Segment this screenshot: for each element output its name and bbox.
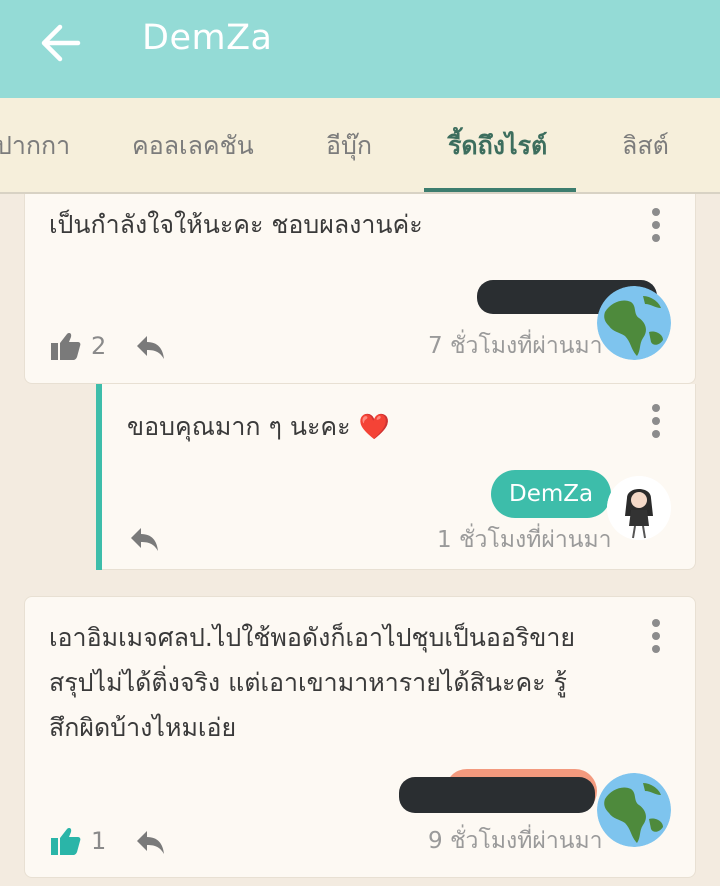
thumbs-up-icon [51, 333, 81, 360]
thumbs-up-icon [51, 828, 81, 855]
redacted-username [399, 777, 595, 813]
reply-icon [131, 528, 158, 551]
like-button[interactable] [51, 332, 81, 364]
more-options-icon[interactable] [649, 404, 663, 444]
tab-collection[interactable]: คอลเลคชัน [132, 126, 254, 166]
avatar[interactable] [597, 286, 671, 360]
comment-card: เป็นกำลังใจให้นะคะ ชอบผลงานค่ะ 2 7 ชั่วโ… [24, 194, 696, 384]
like-count: 1 [91, 827, 107, 855]
timestamp: 1 ชั่วโมงที่ผ่านมา [437, 527, 612, 553]
back-button[interactable] [38, 22, 86, 64]
reply-icon [137, 831, 164, 854]
reply-button[interactable] [135, 829, 165, 859]
character-avatar-icon [607, 476, 671, 540]
avatar[interactable] [597, 773, 671, 847]
reply-button[interactable] [129, 526, 159, 556]
arrow-left-icon [41, 24, 81, 62]
app-header: DemZa [0, 0, 720, 98]
tab-ebook[interactable]: อีบุ๊ก [326, 126, 372, 166]
reply-text: ขอบคุณมาก ๆ นะคะ ❤️ [127, 412, 390, 441]
author-name-badge[interactable]: DemZa [491, 470, 612, 518]
timestamp: 9 ชั่วโมงที่ผ่านมา [428, 828, 603, 854]
comment-text: เอาอิมเมจศลป.ไปใช้พอดังก็เอาไปชุบเป็นออร… [49, 623, 576, 742]
like-button[interactable] [51, 827, 81, 859]
tab-bar: ปากกา คอลเลคชัน อีบุ๊ก รี้ดถึงไรต์ ลิสต์ [0, 98, 720, 194]
more-options-icon[interactable] [649, 208, 663, 248]
reply-icon [137, 336, 164, 359]
reply-thread-indicator [96, 384, 102, 570]
active-tab-indicator [424, 188, 576, 192]
timestamp: 7 ชั่วโมงที่ผ่านมา [428, 333, 603, 359]
reply-card: ขอบคุณมาก ๆ นะคะ ❤️ DemZa 1 ชั่วโมงที่ผ่… [96, 384, 696, 570]
like-count: 2 [91, 332, 107, 360]
tab-pen[interactable]: ปากกา [0, 126, 70, 166]
more-options-icon[interactable] [649, 619, 663, 659]
reply-button[interactable] [135, 334, 165, 364]
comment-card: เอาอิมเมจศลป.ไปใช้พอดังก็เอาไปชุบเป็นออร… [24, 596, 696, 878]
page-title: DemZa [142, 18, 273, 58]
avatar[interactable] [607, 476, 671, 540]
tab-list[interactable]: ลิสต์ [622, 126, 669, 166]
comment-text: เป็นกำลังใจให้นะคะ ชอบผลงานค่ะ [49, 210, 423, 239]
tab-reader-to-writer[interactable]: รี้ดถึงไรต์ [448, 126, 547, 166]
globe-icon [597, 286, 671, 360]
globe-icon [597, 773, 671, 847]
